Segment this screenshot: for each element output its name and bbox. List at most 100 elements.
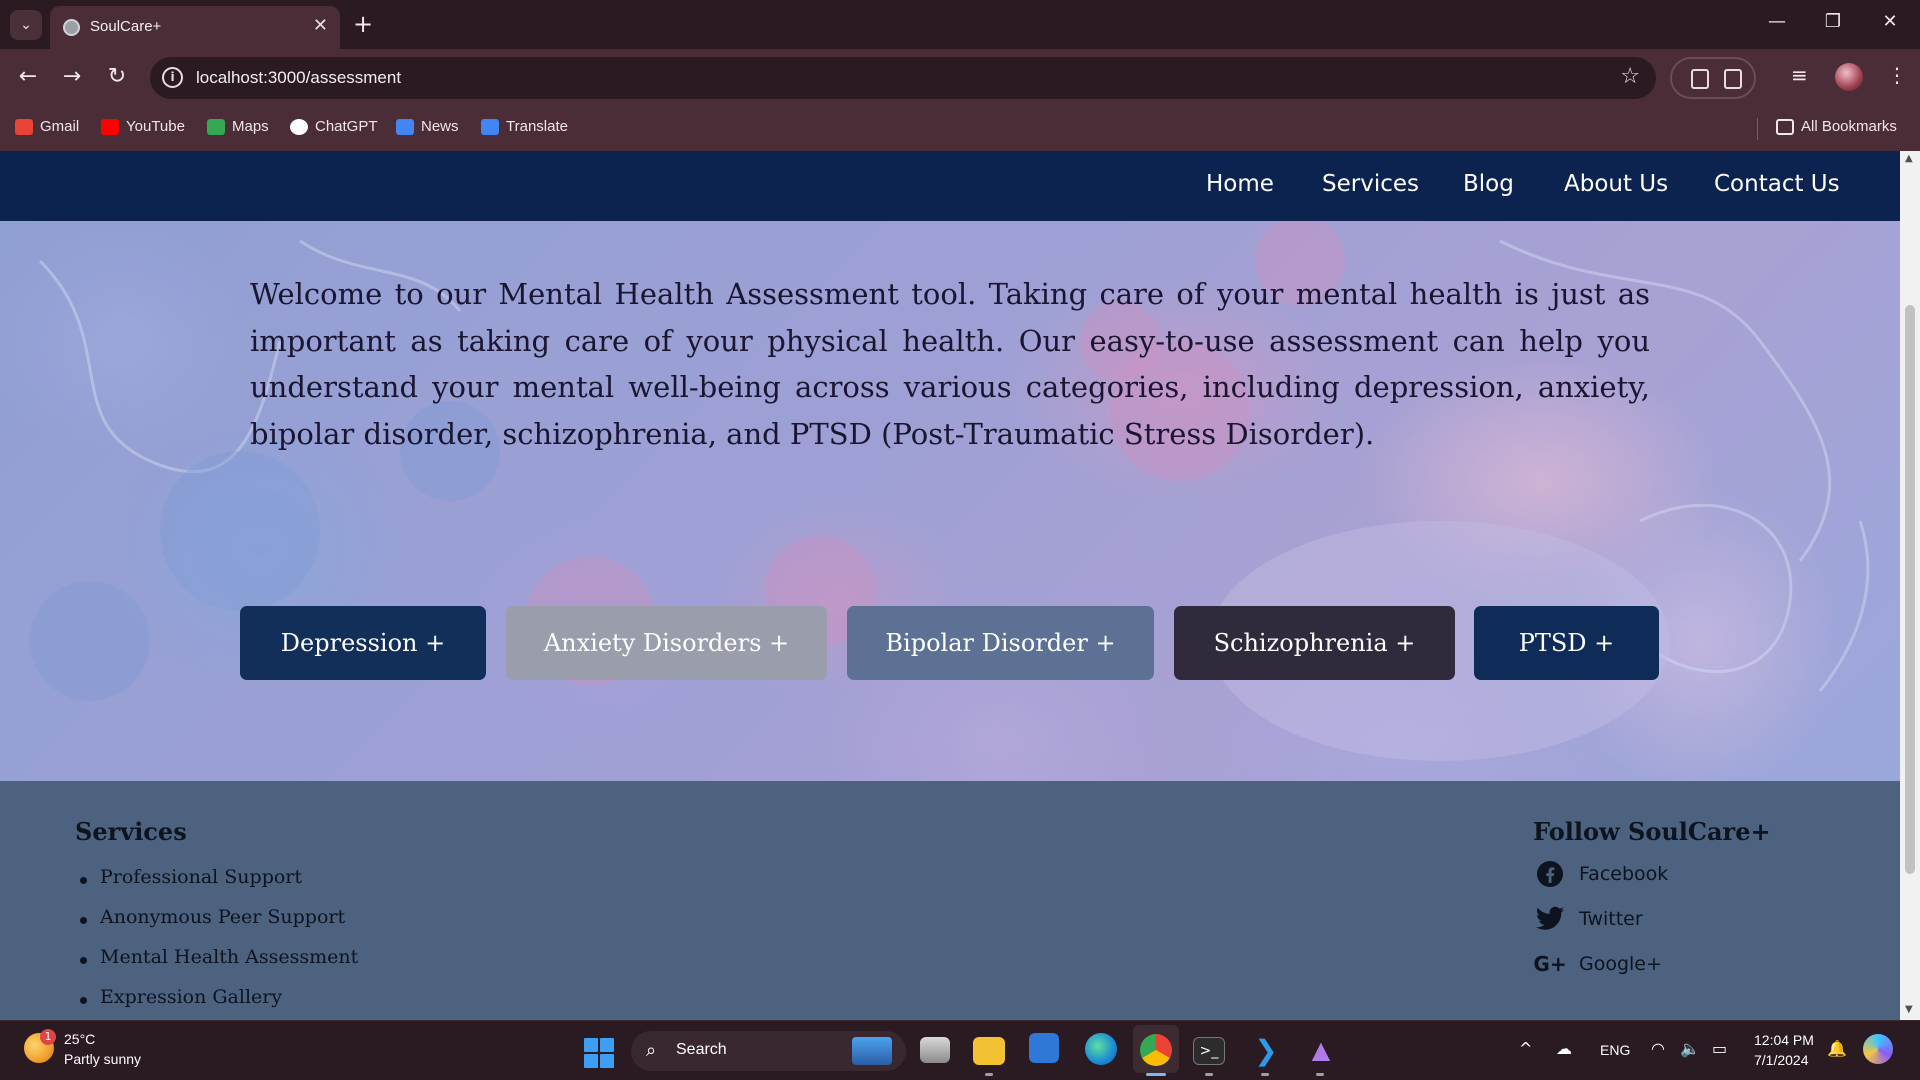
bookmark-star-icon[interactable]: ☆ <box>1620 64 1640 89</box>
all-bookmarks-label: All Bookmarks <box>1801 118 1897 135</box>
edge-browser-icon[interactable] <box>1085 1033 1117 1065</box>
task-view-icon[interactable] <box>920 1037 950 1063</box>
profile-avatar[interactable] <box>1835 63 1863 91</box>
search-icon: ⌕ <box>646 1040 657 1061</box>
browser-tab-bar: ⌄ SoulCare+ ✕ + — ❐ ✕ <box>0 0 1920 49</box>
bookmark-maps[interactable]: Maps <box>207 118 269 135</box>
extensions-group <box>1670 57 1756 99</box>
bookmark-label: Translate <box>506 118 568 135</box>
windows-start-icon[interactable] <box>584 1038 614 1068</box>
nav-home[interactable]: Home <box>1206 171 1274 197</box>
social-link-facebook[interactable]: Facebook <box>1535 859 1668 889</box>
footer-link-expression-gallery[interactable]: Expression Gallery <box>100 986 282 1008</box>
bookmark-gmail[interactable]: Gmail <box>15 118 79 135</box>
close-tab-icon[interactable]: ✕ <box>313 15 328 36</box>
anxiety-disorders-button[interactable]: Anxiety Disorders + <box>506 606 827 680</box>
list-bullet <box>80 957 87 964</box>
search-highlight-image <box>852 1037 892 1065</box>
list-bullet <box>80 917 87 924</box>
list-bullet <box>80 877 87 884</box>
schizophrenia-button[interactable]: Schizophrenia + <box>1174 606 1455 680</box>
notification-badge: 1 <box>40 1029 56 1045</box>
browser-toolbar: ← → ↻ i localhost:3000/assessment ☆ ≡ ⋮ <box>0 49 1920 108</box>
bookmark-youtube[interactable]: YouTube <box>101 118 185 135</box>
translate-icon <box>481 118 499 135</box>
app-running-indicator <box>985 1073 993 1076</box>
google-plus-icon: G+ <box>1533 952 1567 976</box>
media-control-icon[interactable]: ≡ <box>1791 63 1808 87</box>
depression-button[interactable]: Depression + <box>240 606 486 680</box>
footer-follow-title: Follow SoulCare+ <box>1533 817 1771 846</box>
social-link-twitter[interactable]: Twitter <box>1535 904 1643 934</box>
nav-contact-us[interactable]: Contact Us <box>1714 171 1840 197</box>
reload-icon[interactable]: ↻ <box>102 64 132 89</box>
youtube-icon <box>101 118 119 135</box>
notification-bell-icon[interactable]: 🔔 <box>1827 1039 1847 1058</box>
globe-icon <box>63 19 80 36</box>
footer-services-title: Services <box>75 817 187 846</box>
social-link-google-plus[interactable]: G+ Google+ <box>1533 949 1662 979</box>
url-text[interactable]: localhost:3000/assessment <box>196 68 401 88</box>
site-footer: Services Professional Support Anonymous … <box>0 781 1900 1020</box>
browser-tab[interactable]: SoulCare+ ✕ <box>50 6 340 49</box>
bookmark-translate[interactable]: Translate <box>481 118 568 135</box>
social-label: Facebook <box>1579 863 1669 885</box>
footer-link-anonymous-peer-support[interactable]: Anonymous Peer Support <box>100 906 345 928</box>
hero-section: Welcome to our Mental Health Assessment … <box>0 221 1900 781</box>
taskbar-search[interactable]: ⌕ Search <box>631 1031 906 1071</box>
tab-search-button[interactable]: ⌄ <box>10 10 42 40</box>
facebook-icon <box>1535 859 1565 889</box>
ptsd-button[interactable]: PTSD + <box>1474 606 1659 680</box>
app-running-indicator <box>1261 1073 1269 1076</box>
microsoft-store-icon[interactable] <box>1029 1033 1059 1063</box>
clock-date[interactable]: 7/1/2024 <box>1754 1052 1809 1068</box>
new-tab-button[interactable]: + <box>353 10 373 38</box>
wifi-icon[interactable]: ◠ <box>1651 1039 1665 1058</box>
language-indicator[interactable]: ENG <box>1600 1042 1630 1058</box>
app-active-indicator <box>1146 1073 1166 1076</box>
bookmark-news[interactable]: News <box>396 118 459 135</box>
page-viewport: Home Services Blog About Us Contact Us W… <box>0 151 1900 1020</box>
back-icon[interactable]: ← <box>13 64 43 89</box>
close-window-icon[interactable]: ✕ <box>1870 11 1910 32</box>
folder-icon <box>1776 118 1794 135</box>
site-info-icon[interactable]: i <box>162 67 183 88</box>
clock-time[interactable]: 12:04 PM <box>1754 1032 1814 1048</box>
page-scrollbar[interactable]: ▲ ▼ <box>1900 151 1920 1020</box>
onedrive-icon[interactable]: ☁ <box>1556 1039 1572 1058</box>
site-navbar: Home Services Blog About Us Contact Us <box>0 151 1900 221</box>
chevron-down-icon: ⌄ <box>20 17 32 33</box>
scroll-down-arrow-icon[interactable]: ▼ <box>1905 1004 1913 1015</box>
scrollbar-thumb[interactable] <box>1905 305 1915 874</box>
file-explorer-icon[interactable] <box>973 1037 1005 1065</box>
extensions-icon[interactable] <box>1724 69 1742 89</box>
address-bar[interactable]: i localhost:3000/assessment ☆ <box>150 57 1656 99</box>
search-label: Search <box>676 1041 727 1058</box>
scroll-up-arrow-icon[interactable]: ▲ <box>1905 153 1913 164</box>
copilot-icon[interactable] <box>1863 1034 1893 1064</box>
bookmark-label: News <box>421 118 459 135</box>
battery-icon[interactable]: ▭ <box>1712 1039 1727 1058</box>
menu-kebab-icon[interactable]: ⋮ <box>1887 63 1907 87</box>
footer-link-professional-support[interactable]: Professional Support <box>100 866 302 888</box>
volume-icon[interactable]: 🔈 <box>1680 1039 1700 1058</box>
restore-icon[interactable]: ❐ <box>1813 11 1853 32</box>
chrome-browser-icon[interactable] <box>1140 1034 1172 1066</box>
forward-icon[interactable]: → <box>57 64 87 89</box>
nav-services[interactable]: Services <box>1322 171 1419 197</box>
photos-app-icon[interactable]: ▲ <box>1304 1033 1338 1067</box>
terminal-icon[interactable]: >_ <box>1193 1037 1225 1065</box>
footer-link-mental-health-assessment[interactable]: Mental Health Assessment <box>100 946 358 968</box>
app-running-indicator <box>1316 1073 1324 1076</box>
bookmark-label: Gmail <box>40 118 80 135</box>
document-icon[interactable] <box>1691 69 1709 89</box>
minimize-icon[interactable]: — <box>1757 11 1797 32</box>
nav-about-us[interactable]: About Us <box>1564 171 1668 197</box>
vscode-icon[interactable]: ❯ <box>1249 1033 1283 1067</box>
bipolar-disorder-button[interactable]: Bipolar Disorder + <box>847 606 1154 680</box>
all-bookmarks-button[interactable]: All Bookmarks <box>1776 118 1897 135</box>
bookmark-chatgpt[interactable]: ChatGPT <box>290 118 378 135</box>
show-hidden-icons-chevron-icon[interactable]: ^ <box>1519 1039 1532 1058</box>
nav-blog[interactable]: Blog <box>1463 171 1514 197</box>
bookmark-label: ChatGPT <box>315 118 378 135</box>
